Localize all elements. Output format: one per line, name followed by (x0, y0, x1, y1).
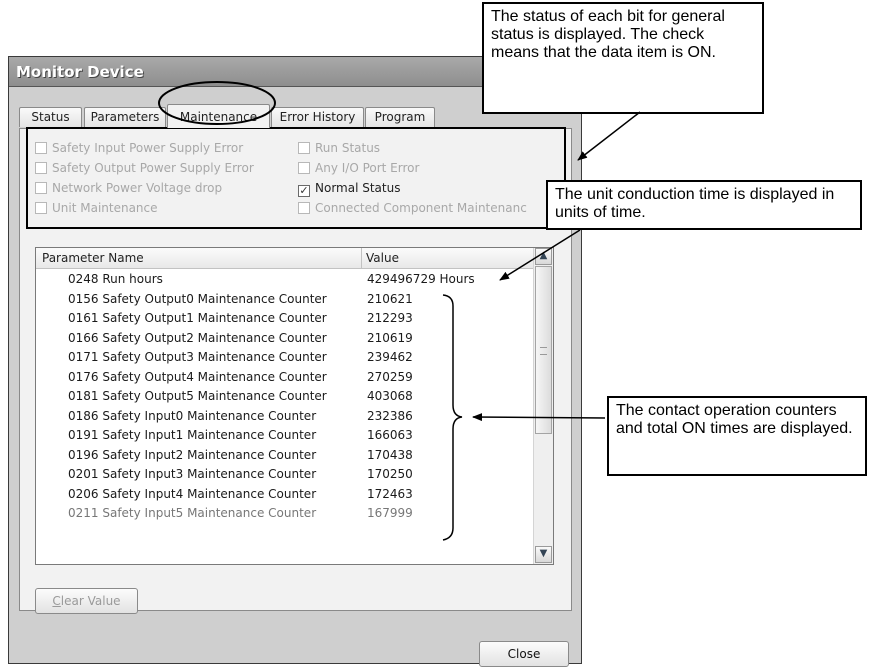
checkbox-box[interactable] (298, 142, 310, 154)
checkbox-safety-output-power-supply-error[interactable]: Safety Output Power Supply Error (35, 160, 254, 176)
parameter-name-cell: 0181 Safety Output5 Maintenance Counter (68, 389, 327, 403)
page: Monitor Device Status Parameters Mainten… (0, 0, 878, 668)
close-button[interactable]: Close (479, 641, 569, 667)
checkbox-label: Safety Output Power Supply Error (52, 161, 254, 175)
checkbox-network-power-voltage-drop[interactable]: Network Power Voltage drop (35, 180, 222, 196)
vertical-scrollbar[interactable]: ▲ ▼ (533, 248, 553, 564)
parameter-value-cell: 239462 (367, 350, 413, 364)
thumb-grip-icon (540, 347, 547, 355)
parameter-value-cell: 170250 (367, 467, 413, 481)
parameter-value-cell: 212293 (367, 311, 413, 325)
parameter-value-cell: 172463 (367, 486, 413, 501)
checkbox-normal-status[interactable]: ✓ Normal Status (298, 180, 401, 197)
table-row[interactable]: 0171 Safety Output3 Maintenance Counter 2… (36, 348, 533, 367)
checkbox-safety-input-power-supply-error[interactable]: Safety Input Power Supply Error (35, 140, 243, 156)
arrow-status-bits (577, 111, 641, 161)
scroll-down-arrow-icon[interactable]: ▼ (535, 546, 552, 563)
table-row[interactable]: 0176 Safety Output4 Maintenance Counter 2… (36, 368, 533, 387)
window-title: Monitor Device (16, 63, 144, 81)
parameter-name-cell: 0206 Safety Input4 Maintenance Counter (68, 486, 317, 501)
parameter-value-cell: 270259 (367, 369, 413, 384)
parameter-name-cell: 0211 Safety Input5 Maintenance Counter (68, 506, 317, 520)
tab-program[interactable]: Program (365, 107, 435, 127)
checkbox-box[interactable] (298, 202, 310, 214)
checkbox-label: Unit Maintenance (52, 201, 158, 215)
table-row[interactable]: 0181 Safety Output5 Maintenance Counter 4… (36, 387, 533, 406)
parameter-name-cell: 0176 Safety Output4 Maintenance Counter (68, 369, 327, 384)
column-header-value[interactable]: Value (366, 251, 399, 265)
table-row[interactable]: 0201 Safety Input3 Maintenance Counter 17… (36, 465, 533, 484)
checkbox-label: Connected Component Maintenanc (315, 201, 527, 215)
tab-parameters[interactable]: Parameters (84, 107, 166, 127)
table-row[interactable]: 0248 Run hours 429496729 Hours (36, 270, 533, 289)
callout-status-bits: The status of each bit for general statu… (482, 2, 764, 114)
tab-error-history[interactable]: Error History (271, 107, 364, 127)
tab-status[interactable]: Status (19, 107, 82, 127)
table-row[interactable]: 0161 Safety Output1 Maintenance Counter 2… (36, 309, 533, 328)
table-row[interactable]: 0156 Safety Output0 Maintenance Counter 2… (36, 290, 533, 309)
clear-value-label: lear Value (60, 594, 121, 608)
checkbox-label: Safety Input Power Supply Error (52, 141, 244, 155)
checkbox-box[interactable] (35, 142, 47, 154)
parameter-name-cell: 0171 Safety Output3 Maintenance Counter (68, 350, 327, 364)
parameter-name-cell: 0191 Safety Input1 Maintenance Counter (68, 428, 317, 442)
parameter-value-cell: 210619 (367, 330, 413, 345)
list-header: Parameter Name Value (36, 248, 533, 269)
parameter-name-cell: 0248 Run hours (68, 272, 163, 286)
scroll-thumb[interactable] (535, 266, 552, 434)
parameter-name-cell: 0201 Safety Input3 Maintenance Counter (68, 467, 317, 481)
parameter-value-cell: 429496729 Hours (367, 272, 475, 286)
parameter-value-cell: 210621 (367, 291, 413, 306)
checkbox-label: Run Status (315, 141, 381, 155)
checkbox-box[interactable] (35, 182, 47, 194)
checkbox-connected-component-maintenance[interactable]: Connected Component Maintenanc (298, 200, 527, 216)
checkmark-icon[interactable]: ✓ (298, 185, 310, 197)
parameter-value-cell: 170438 (367, 447, 413, 462)
parameter-name-cell: 0156 Safety Output0 Maintenance Counter (68, 291, 327, 306)
callout-conduction-time: The unit conduction time is displayed in… (546, 180, 862, 230)
table-row[interactable]: 0206 Safety Input4 Maintenance Counter 17… (36, 485, 533, 504)
parameter-name-cell: 0161 Safety Output1 Maintenance Counter (68, 311, 327, 325)
checkbox-label: Network Power Voltage drop (52, 181, 223, 195)
parameter-name-cell: 0196 Safety Input2 Maintenance Counter (68, 447, 317, 462)
checkbox-box[interactable] (35, 162, 47, 174)
table-row[interactable]: 0191 Safety Input1 Maintenance Counter 16… (36, 426, 533, 445)
column-separator[interactable] (361, 248, 362, 268)
parameter-value-cell: 167999 (367, 506, 413, 520)
clear-value-mnemonic: C (52, 594, 61, 608)
table-row[interactable]: 0186 Safety Input0 Maintenance Counter 23… (36, 407, 533, 426)
parameter-name-cell: 0166 Safety Output2 Maintenance Counter (68, 330, 327, 345)
checkbox-box[interactable] (298, 162, 310, 174)
clear-value-button[interactable]: Clear Value (35, 588, 138, 614)
general-status-group: Safety Input Power Supply Error Safety O… (26, 127, 566, 229)
callout-counters: The contact operation counters and total… (607, 396, 867, 476)
column-header-parameter-name[interactable]: Parameter Name (42, 251, 144, 265)
parameter-value-cell: 166063 (367, 428, 413, 442)
table-row[interactable]: 0196 Safety Input2 Maintenance Counter 17… (36, 446, 533, 465)
checkbox-unit-maintenance[interactable]: Unit Maintenance (35, 200, 158, 216)
parameter-list[interactable]: Parameter Name Value 0248 Run hours 42949… (35, 247, 554, 565)
checkbox-label: Any I/O Port Error (315, 161, 420, 175)
parameter-value-cell: 232386 (367, 408, 413, 423)
scroll-up-arrow-icon[interactable]: ▲ (535, 248, 552, 265)
table-row[interactable]: 0211 Safety Input5 Maintenance Counter 16… (36, 504, 533, 523)
checkbox-run-status[interactable]: Run Status (298, 140, 380, 156)
checkbox-label: Normal Status (315, 181, 401, 195)
checkbox-any-io-port-error[interactable]: Any I/O Port Error (298, 160, 419, 176)
parameter-name-cell: 0186 Safety Input0 Maintenance Counter (68, 408, 317, 423)
parameter-value-cell: 403068 (367, 389, 413, 403)
tab-maintenance[interactable]: Maintenance (167, 104, 270, 128)
table-row[interactable]: 0166 Safety Output2 Maintenance Counter 2… (36, 329, 533, 348)
checkbox-box[interactable] (35, 202, 47, 214)
